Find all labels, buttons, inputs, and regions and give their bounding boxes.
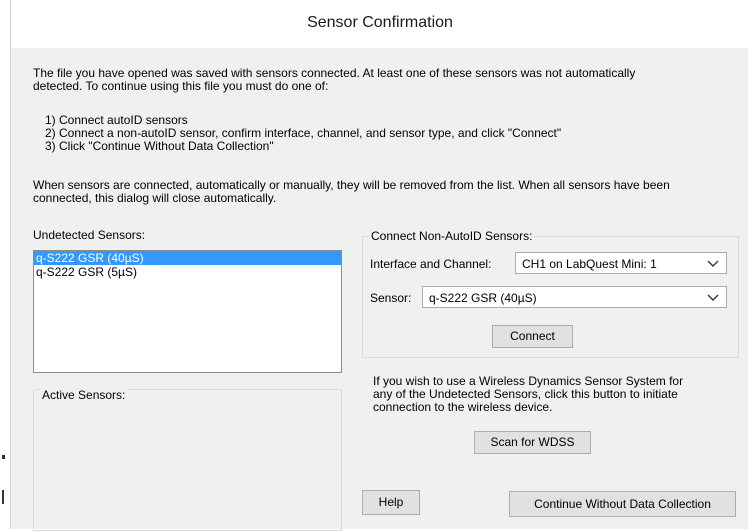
sensor-confirmation-dialog: Sensor Confirmation The file you have op… (10, 0, 748, 531)
intro-text: detected. To continue using this file yo… (33, 79, 329, 93)
active-sensors-label: Active Sensors: (40, 388, 128, 402)
title-bar: Sensor Confirmation (11, 0, 748, 48)
sensor-value: q-S222 GSR (40µS) (429, 291, 537, 305)
interface-value: CH1 on LabQuest Mini: 1 (522, 257, 657, 271)
sensor-select[interactable]: q-S222 GSR (40µS) (422, 286, 727, 308)
window-edge-mark (2, 490, 4, 504)
wireless-text: connection to the wireless device. (373, 400, 553, 414)
continue-without-data-button[interactable]: Continue Without Data Collection (509, 491, 736, 517)
option-text: 3) Click "Continue Without Data Collecti… (45, 139, 274, 153)
connect-sensors-label: Connect Non-AutoID Sensors: (369, 229, 535, 243)
chevron-down-icon (707, 260, 719, 267)
interface-select[interactable]: CH1 on LabQuest Mini: 1 (515, 252, 727, 274)
window-edge-mark (2, 455, 5, 459)
note-text: connected, this dialog will close automa… (33, 191, 277, 205)
interface-label: Interface and Channel: (370, 257, 492, 271)
chevron-down-icon (707, 294, 719, 301)
undetected-sensors-list[interactable]: q-S222 GSR (40µS) q-S222 GSR (5µS) (33, 250, 342, 373)
scan-wdss-button[interactable]: Scan for WDSS (474, 431, 591, 454)
dialog-title: Sensor Confirmation (307, 14, 453, 31)
active-sensors-group: Active Sensors: (33, 388, 342, 531)
sensor-label: Sensor: (370, 291, 412, 305)
help-button[interactable]: Help (362, 490, 420, 515)
list-item[interactable]: q-S222 GSR (40µS) (34, 251, 341, 265)
list-item[interactable]: q-S222 GSR (5µS) (34, 265, 341, 279)
undetected-sensors-label: Undetected Sensors: (33, 228, 146, 242)
connect-button[interactable]: Connect (492, 325, 573, 348)
